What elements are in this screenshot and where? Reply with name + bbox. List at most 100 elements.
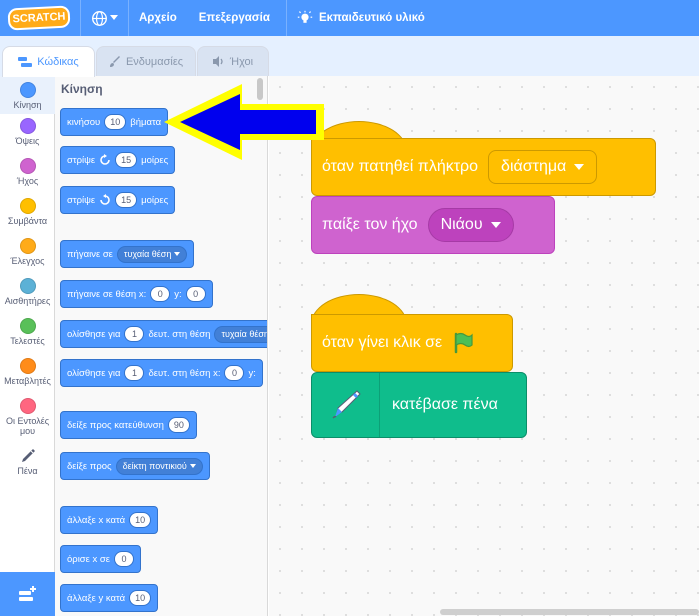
code-icon <box>18 56 33 67</box>
block-text: άλλαξε x κατά <box>67 514 126 526</box>
block-change-x[interactable]: άλλαξε x κατά 10 <box>60 506 159 534</box>
block-turn-left[interactable]: στρίψε 15 μοίρες <box>60 186 176 214</box>
category-motion[interactable]: Κίνηση <box>0 76 55 114</box>
block-text: ολίσθησε για <box>67 328 121 340</box>
y-change-input[interactable]: 10 <box>129 590 152 606</box>
block-goto-xy[interactable]: πήγαινε σε θέση x: 0 y: 0 <box>60 280 213 308</box>
block-text: όταν γίνει κλικ σε <box>322 334 443 351</box>
x-input[interactable]: 0 <box>224 365 245 381</box>
caret-down-icon <box>110 15 118 20</box>
when-key-pressed-block[interactable]: όταν πατηθεί πλήκτρο διάστημα <box>311 138 656 196</box>
block-point-direction[interactable]: δείξε προς κατεύθυνση 90 <box>60 411 197 439</box>
seconds-input[interactable]: 1 <box>124 326 145 342</box>
block-text: στρίψε <box>67 194 96 206</box>
caret-down-icon <box>174 252 181 256</box>
caret-down-icon <box>189 464 196 468</box>
category-label: Οι Εντολές μου <box>5 416 50 436</box>
highlight-arrow <box>164 84 324 160</box>
direction-input[interactable]: 90 <box>167 417 190 433</box>
speaker-icon <box>212 56 223 67</box>
block-text: βήματα <box>130 116 162 128</box>
category-my-blocks[interactable]: Οι Εντολές μου <box>0 398 55 436</box>
category-operators[interactable]: Τελεστές <box>0 318 55 346</box>
language-menu[interactable] <box>91 10 118 27</box>
globe-icon <box>92 10 107 26</box>
block-text: μοίρες <box>141 194 169 206</box>
category-label: Αισθητήρες <box>4 296 51 306</box>
x-change-input[interactable]: 10 <box>129 512 152 528</box>
category-control[interactable]: Έλεγχος <box>0 238 55 266</box>
x-input[interactable]: 0 <box>150 286 171 302</box>
script-workspace[interactable]: όταν πατηθεί πλήκτρο διάστημα παίξε τον … <box>269 76 699 616</box>
tab-code[interactable]: Κώδικας <box>2 46 95 77</box>
category-events[interactable]: Συμβάντα <box>0 198 55 226</box>
workspace-scrollbar[interactable] <box>440 609 699 615</box>
menu-bar: SCRATCH Αρχείο Επεξεργασία Εκπαιδευτικό … <box>0 0 699 36</box>
category-label: Πένα <box>17 466 38 476</box>
logo-text: SCRATCH <box>12 10 66 26</box>
when-flag-clicked-block[interactable]: όταν γίνει κλικ σε <box>311 314 513 372</box>
key-dropdown[interactable]: διάστημα <box>488 150 598 184</box>
pen-down-block[interactable]: κατέβασε πένα <box>311 372 527 438</box>
y-input[interactable]: 0 <box>185 286 206 302</box>
block-text: δευτ. στη θέση x: <box>148 367 221 379</box>
block-text: δείξε προς κατεύθυνση <box>67 419 164 431</box>
category-label: Κίνηση <box>13 100 42 110</box>
caret-down-icon <box>490 221 501 228</box>
category-pen[interactable]: Πένα <box>0 448 55 476</box>
block-turn-right[interactable]: στρίψε 15 μοίρες <box>60 146 176 174</box>
block-text: στρίψε <box>67 154 96 166</box>
tab-costumes[interactable]: Ενδυμασίες <box>96 46 196 76</box>
tab-sounds[interactable]: Ήχοι <box>197 46 269 76</box>
editor-tabs: Κώδικας Ενδυμασίες Ήχοι <box>0 36 699 77</box>
category-dot <box>19 398 36 414</box>
towards-target-dropdown[interactable]: δείκτη ποντικιού <box>115 457 203 475</box>
degrees-input[interactable]: 15 <box>115 192 138 208</box>
block-glide-xy[interactable]: ολίσθησε για 1 δευτ. στη θέση x: 0 y: <box>60 359 263 387</box>
block-change-y[interactable]: άλλαξε y κατά 10 <box>60 584 159 612</box>
rotate-right-icon <box>100 154 110 165</box>
pen-icon <box>21 449 35 462</box>
category-dot <box>19 158 36 174</box>
category-looks[interactable]: Όψεις <box>0 118 55 146</box>
add-extension-button[interactable] <box>0 572 55 616</box>
lightbulb-icon <box>297 10 313 23</box>
scratch-logo[interactable]: SCRATCH <box>7 5 71 31</box>
block-move-steps[interactable]: κινήσου 10 βήματα <box>60 108 169 136</box>
degrees-input[interactable]: 15 <box>115 152 138 168</box>
category-label: Έλεγχος <box>10 256 45 266</box>
block-text: όρισε x σε <box>67 553 111 565</box>
category-sensing[interactable]: Αισθητήρες <box>0 278 55 306</box>
caret-down-icon <box>574 163 585 170</box>
rotate-left-icon <box>100 194 110 205</box>
seconds-input[interactable]: 1 <box>124 365 145 381</box>
category-label: Ήχος <box>16 176 39 186</box>
category-variables[interactable]: Μεταβλητές <box>0 358 55 386</box>
tab-sounds-label: Ήχοι <box>229 55 254 68</box>
palette-section-title: Κίνηση <box>61 82 103 96</box>
category-menu: Κίνηση Όψεις Ήχος Συμβάντα Έλεγχος Αισθη… <box>0 76 55 616</box>
block-text: δείξε προς <box>67 460 112 472</box>
edit-menu[interactable]: Επεξεργασία <box>199 12 270 24</box>
goto-target-dropdown[interactable]: τυχαία θέση <box>116 245 188 263</box>
block-text: πήγαινε σε <box>67 248 113 260</box>
block-point-towards[interactable]: δείξε προς δείκτη ποντικιού <box>60 452 210 480</box>
block-text: y: <box>248 367 256 379</box>
block-text: ολίσθησε για <box>67 367 121 379</box>
steps-input[interactable]: 10 <box>104 114 127 130</box>
menu-divider <box>285 0 287 36</box>
file-menu[interactable]: Αρχείο <box>139 12 177 24</box>
green-flag-icon <box>454 332 473 354</box>
tutorials-menu[interactable]: Εκπαιδευτικό υλικό <box>297 10 425 26</box>
glide-target-dropdown[interactable]: τυχαία θέση <box>214 325 267 343</box>
category-sound[interactable]: Ήχος <box>0 158 55 186</box>
sound-dropdown[interactable]: Νιάου <box>427 208 514 242</box>
block-set-x[interactable]: όρισε x σε 0 <box>60 545 142 573</box>
x-set-input[interactable]: 0 <box>114 551 135 567</box>
category-dot <box>19 82 36 98</box>
pen-extension-icon-area <box>312 373 380 437</box>
block-text: κινήσου <box>67 116 101 128</box>
block-glide[interactable]: ολίσθησε για 1 δευτ. στη θέση τυχαία θέσ… <box>60 320 267 348</box>
block-goto[interactable]: πήγαινε σε τυχαία θέση <box>60 240 195 268</box>
play-sound-block[interactable]: παίξε τον ήχο Νιάου <box>311 196 555 254</box>
